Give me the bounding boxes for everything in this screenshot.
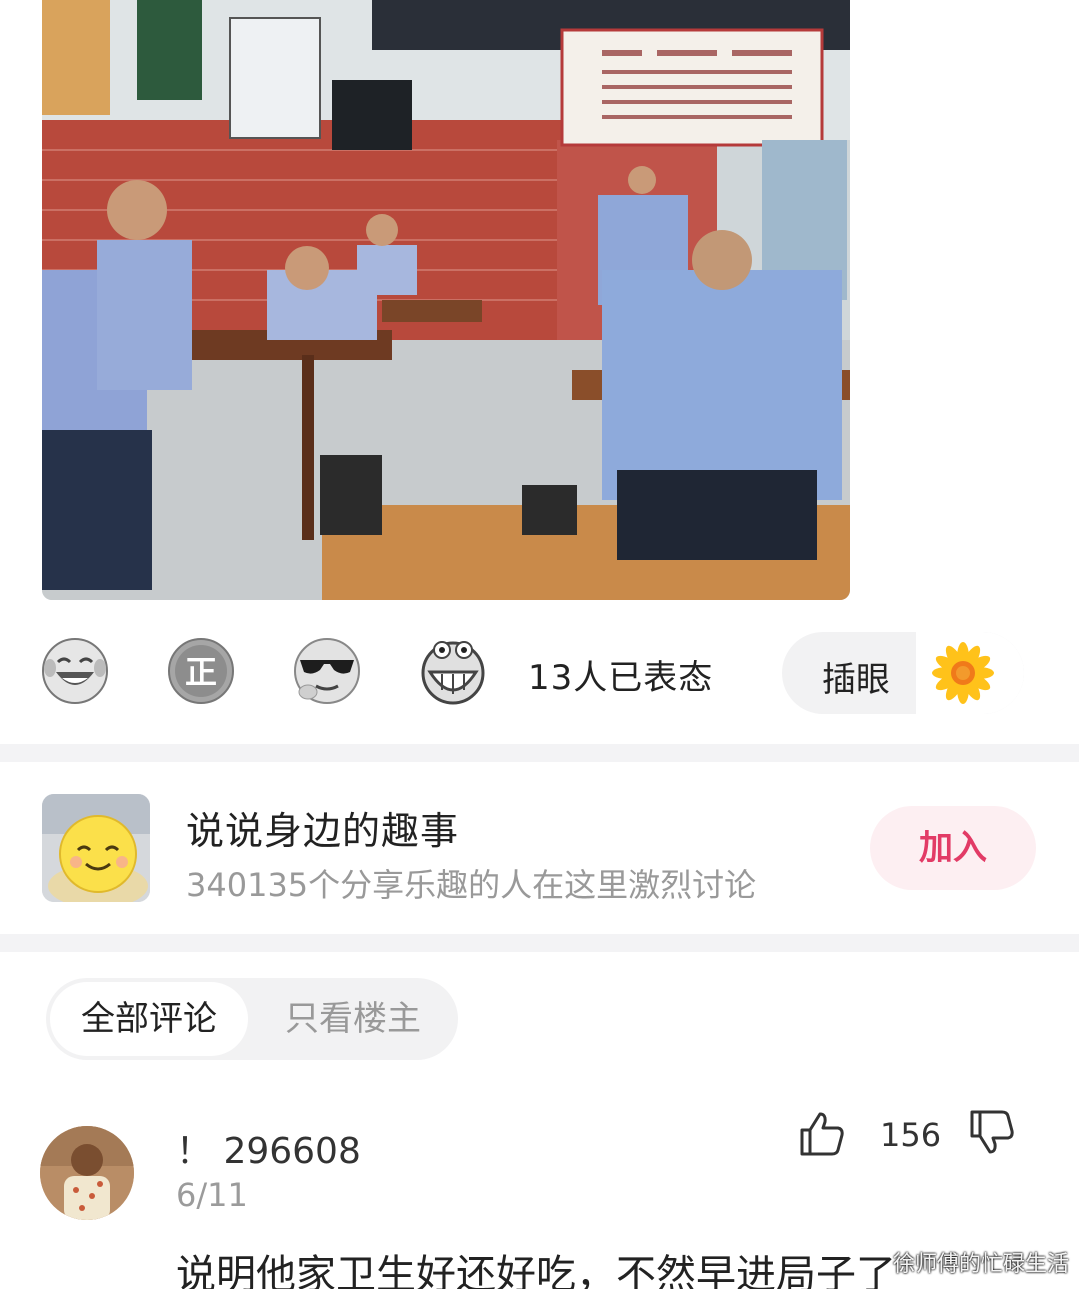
laughing-tears-emoji-icon[interactable]: [40, 636, 110, 706]
join-button[interactable]: 加入: [870, 806, 1036, 890]
reaction-pill-button[interactable]: 插眼: [782, 632, 1024, 714]
comment-text: 说明他家卫生好还好吃，不然早进局子了: [176, 1252, 896, 1289]
group-member-text: 340135个分享乐趣的人在这里激烈讨论: [186, 866, 757, 904]
sunflower-icon: [932, 642, 994, 704]
reaction-count: 13人已表态: [528, 658, 714, 698]
comment-filter-tabs: 全部评论 只看楼主: [46, 978, 458, 1060]
watermark: 徐师傅的忙碌生活: [892, 1252, 1069, 1277]
tab-all-comments[interactable]: 全部评论: [50, 982, 248, 1056]
section-divider: [0, 934, 1079, 952]
thumbs-down-icon[interactable]: [966, 1108, 1016, 1158]
reaction-bar: 正 13人已表态 插眼: [0, 620, 1079, 730]
comment-username[interactable]: ！ 296608: [176, 1122, 361, 1174]
thumbs-up-icon[interactable]: [796, 1108, 846, 1158]
like-count: 156: [880, 1116, 942, 1154]
restaurant-photo-icon: [42, 0, 850, 600]
reaction-pill-label: 插眼: [822, 660, 890, 700]
group-card[interactable]: 说说身边的趣事 340135个分享乐趣的人在这里激烈讨论 加入: [0, 762, 1079, 934]
zheng-emoji-icon[interactable]: 正: [166, 636, 236, 706]
grinning-emoji-icon[interactable]: [418, 636, 488, 706]
comment-date: 6/11: [176, 1176, 248, 1214]
avatar[interactable]: [40, 1126, 134, 1220]
group-avatar: [42, 794, 150, 902]
sunglasses-emoji-icon[interactable]: [292, 636, 362, 706]
section-divider: [0, 744, 1079, 762]
group-title: 说说身边的趣事: [186, 809, 460, 853]
post-photo[interactable]: [42, 0, 850, 600]
tab-op-only[interactable]: 只看楼主: [252, 982, 454, 1056]
svg-text:正: 正: [185, 653, 217, 691]
